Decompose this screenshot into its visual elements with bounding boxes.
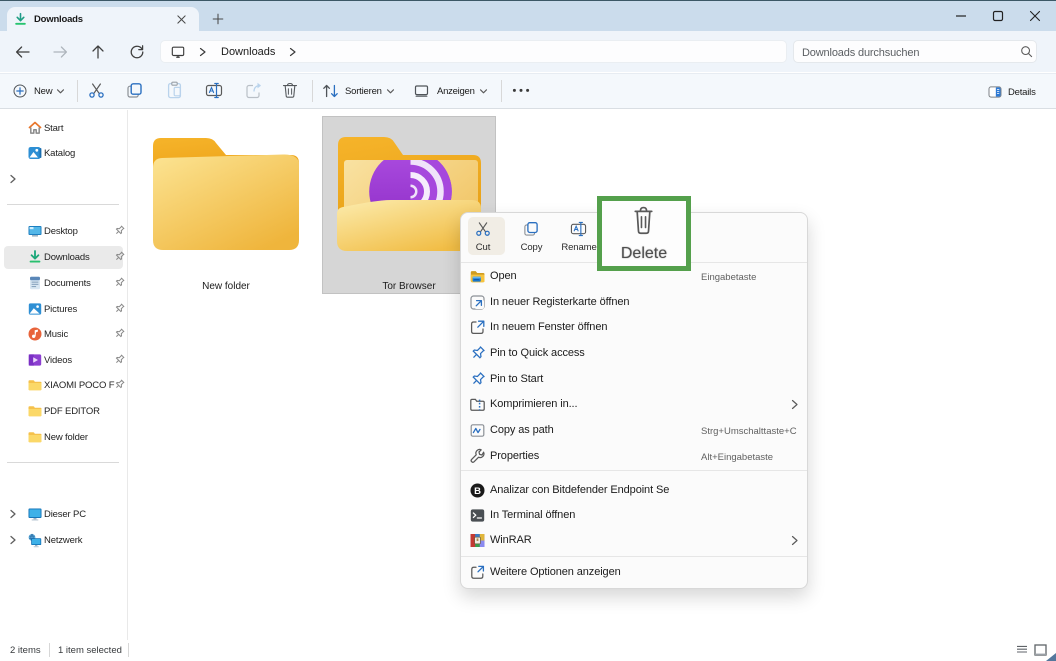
svg-text:B: B: [474, 486, 481, 497]
